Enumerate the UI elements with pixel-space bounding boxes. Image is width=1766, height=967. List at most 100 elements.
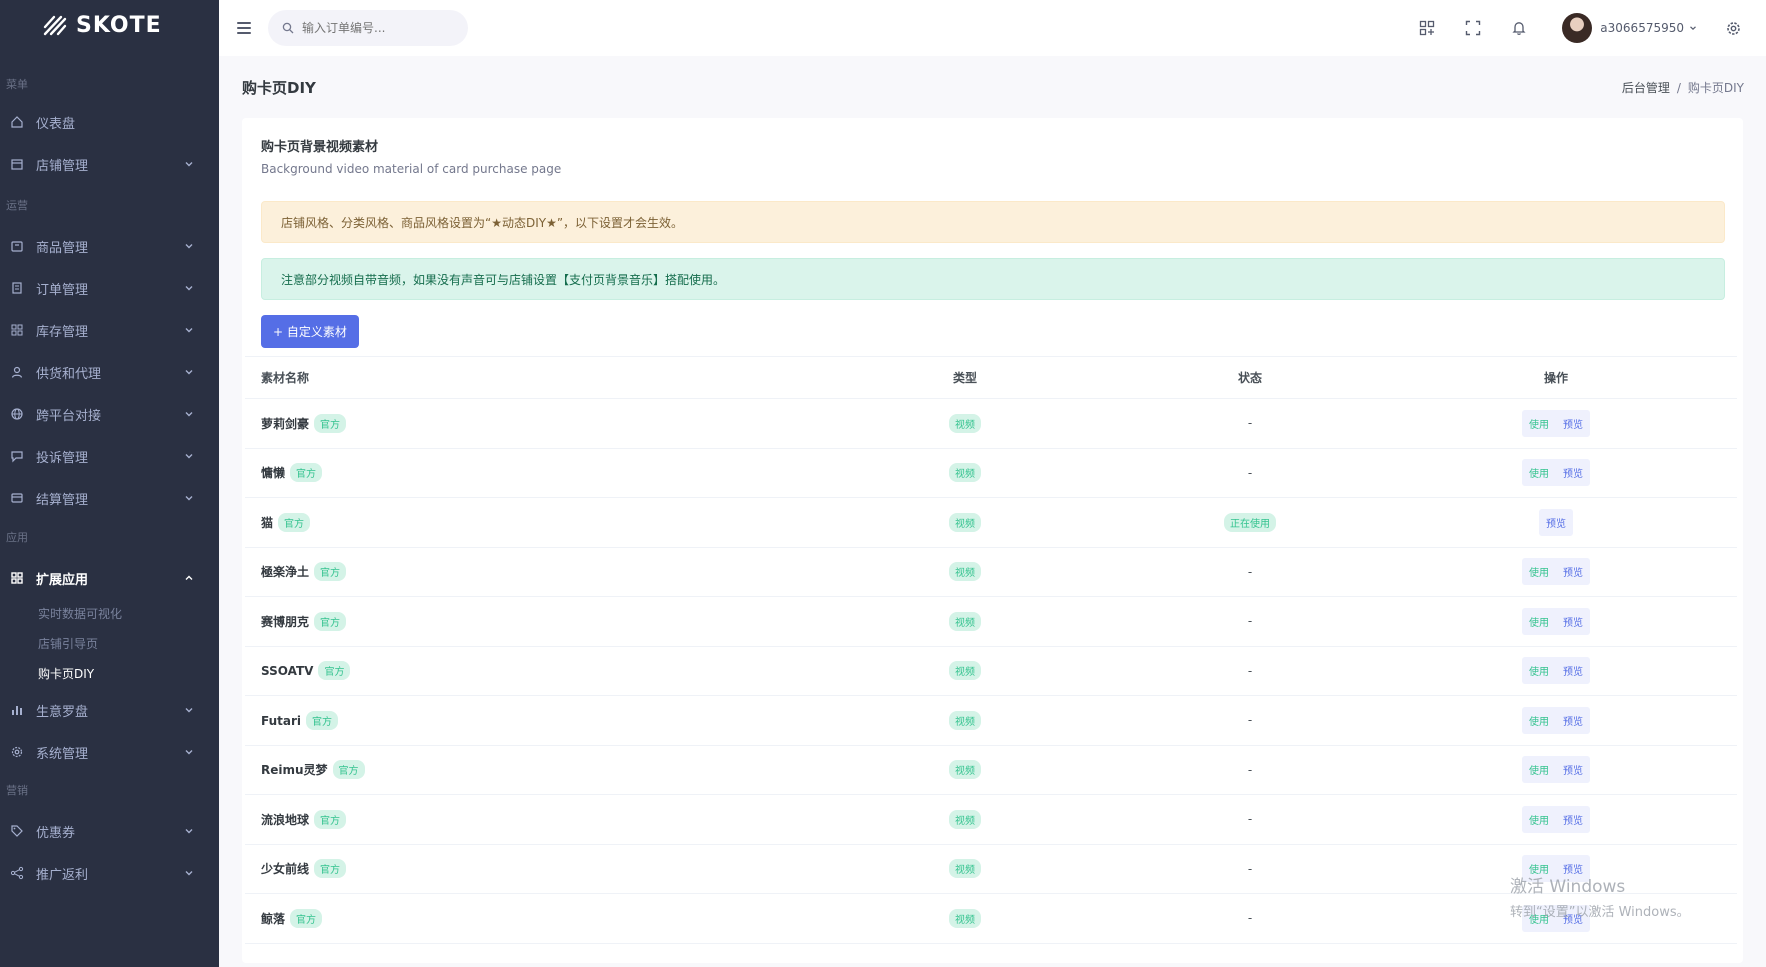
preview-button[interactable]: 预览 [1556,806,1590,833]
use-button[interactable]: 使用 [1522,707,1556,734]
sidebar-item-shop[interactable]: 店铺管理 [0,143,219,185]
sidebar-sub-guide[interactable]: 店铺引导页 [0,629,219,659]
sidebar-item-supply[interactable]: 供货和代理 [0,351,219,393]
sidebar-item-biz[interactable]: 生意罗盘 [0,689,219,731]
username: a3066575950 [1600,21,1684,35]
col-header-status: 状态 [1125,356,1375,399]
table-row: 萝莉剑豪 官方 视频 - 使用 预览 [245,398,1737,449]
use-button[interactable]: 使用 [1522,657,1556,684]
material-name: Reimu灵梦 [261,763,328,778]
sidebar-item-settle[interactable]: 结算管理 [0,477,219,519]
status-text: - [1247,713,1253,728]
table-row: 流浪地球 官方 视频 - 使用 预览 [245,794,1737,845]
official-badge: 官方 [318,661,351,681]
preview-button[interactable]: 预览 [1556,410,1590,437]
card-icon [10,491,24,505]
material-name: 極楽浄土 [261,565,310,580]
sidebar-item-goods[interactable]: 商品管理 [0,225,219,267]
preview-button[interactable]: 预览 [1556,905,1590,932]
type-badge: 视频 [949,710,981,730]
type-badge: 视频 [949,908,981,928]
sidebar-item-label: 扩展应用 [36,572,89,588]
settings-icon [10,745,24,759]
use-button[interactable]: 使用 [1522,410,1556,437]
sidebar-item-promo[interactable]: 推广返利 [0,852,219,894]
sidebar-item-complaint[interactable]: 投诉管理 [0,435,219,477]
breadcrumb-root[interactable]: 后台管理 [1622,81,1670,95]
material-name: 慵懒 [261,466,286,481]
preview-button[interactable]: 预览 [1556,707,1590,734]
ops-group: 使用 预览 [1522,756,1590,784]
cell-name: 鲸落 官方 [245,893,805,944]
sidebar-item-label: 库存管理 [36,324,89,340]
type-badge: 视频 [949,562,981,582]
material-name: Futari [261,713,302,728]
cell-ops: 使用 预览 [1375,448,1737,498]
ops-group: 使用 预览 [1522,459,1590,487]
sidebar-sub-realtime[interactable]: 实时数据可视化 [0,599,219,629]
col-header-type: 类型 [805,356,1125,399]
preview-button[interactable]: 预览 [1556,855,1590,882]
cell-ops: 使用 预览 [1375,646,1737,696]
use-button[interactable]: 使用 [1522,558,1556,585]
use-button[interactable]: 使用 [1522,855,1556,882]
type-badge: 视频 [949,661,981,681]
use-button[interactable]: 使用 [1522,459,1556,486]
chevron-down-icon [185,708,193,713]
use-button[interactable]: 使用 [1522,905,1556,932]
sidebar-item-stock[interactable]: 库存管理 [0,309,219,351]
official-badge: 官方 [290,908,323,928]
chevron-up-icon [185,575,193,580]
sidebar-item-system[interactable]: 系统管理 [0,731,219,773]
chat-icon [10,449,24,463]
bell-icon[interactable] [1510,19,1528,37]
type-badge: 视频 [949,413,981,433]
cell-ops: 使用 预览 [1375,547,1737,597]
official-badge: 官方 [278,512,311,532]
fullscreen-icon[interactable] [1464,19,1482,37]
cell-name: 少女前线 官方 [245,844,805,894]
ops-group: 使用 预览 [1522,706,1590,734]
preview-button[interactable]: 预览 [1556,756,1590,783]
material-name: 鲸落 [261,911,286,926]
sidebar-item-orders[interactable]: 订单管理 [0,267,219,309]
box-icon [10,239,24,253]
breadcrumb-separator: / [1676,80,1681,95]
cell-status: - [1125,745,1375,795]
cell-name: 流浪地球 官方 [245,794,805,845]
menu-toggle-icon[interactable] [237,22,251,34]
store-icon [10,157,24,171]
user-dropdown[interactable]: a3066575950 [1562,13,1698,43]
chevron-down-icon [185,328,193,333]
preview-button[interactable]: 预览 [1556,608,1590,635]
use-button[interactable]: 使用 [1522,608,1556,635]
sidebar-sub-diy[interactable]: 购卡页DIY [0,659,219,689]
ops-group: 使用 预览 [1522,657,1590,685]
use-button[interactable]: 使用 [1522,806,1556,833]
add-material-button[interactable]: + 自定义素材 [261,315,359,348]
cell-name: Reimu灵梦 官方 [245,745,805,795]
preview-button[interactable]: 预览 [1539,509,1573,536]
sidebar-item-label: 仪表盘 [36,116,76,132]
preview-button[interactable]: 预览 [1556,657,1590,684]
search-input[interactable] [302,21,452,35]
cell-type: 视频 [805,794,1125,845]
cell-name: Futari 官方 [245,695,805,746]
sidebar-item-ext[interactable]: 扩展应用 [0,557,219,599]
type-badge: 视频 [949,463,981,483]
apps-grid-icon[interactable] [1418,19,1436,37]
cell-status: - [1125,893,1375,944]
logo-icon [43,15,67,36]
sidebar-item-label: 系统管理 [36,746,89,762]
brand-logo[interactable]: SKOTE [0,0,219,50]
sidebar-item-cross[interactable]: 跨平台对接 [0,393,219,435]
search-box[interactable] [268,10,468,46]
status-text: - [1247,812,1253,827]
sidebar-item-label: 商品管理 [36,240,89,256]
sidebar-item-dashboard[interactable]: 仪表盘 [0,101,219,143]
gear-icon[interactable] [1724,19,1742,37]
preview-button[interactable]: 预览 [1556,459,1590,486]
preview-button[interactable]: 预览 [1556,558,1590,585]
use-button[interactable]: 使用 [1522,756,1556,783]
sidebar-item-coupon[interactable]: 优惠券 [0,810,219,852]
